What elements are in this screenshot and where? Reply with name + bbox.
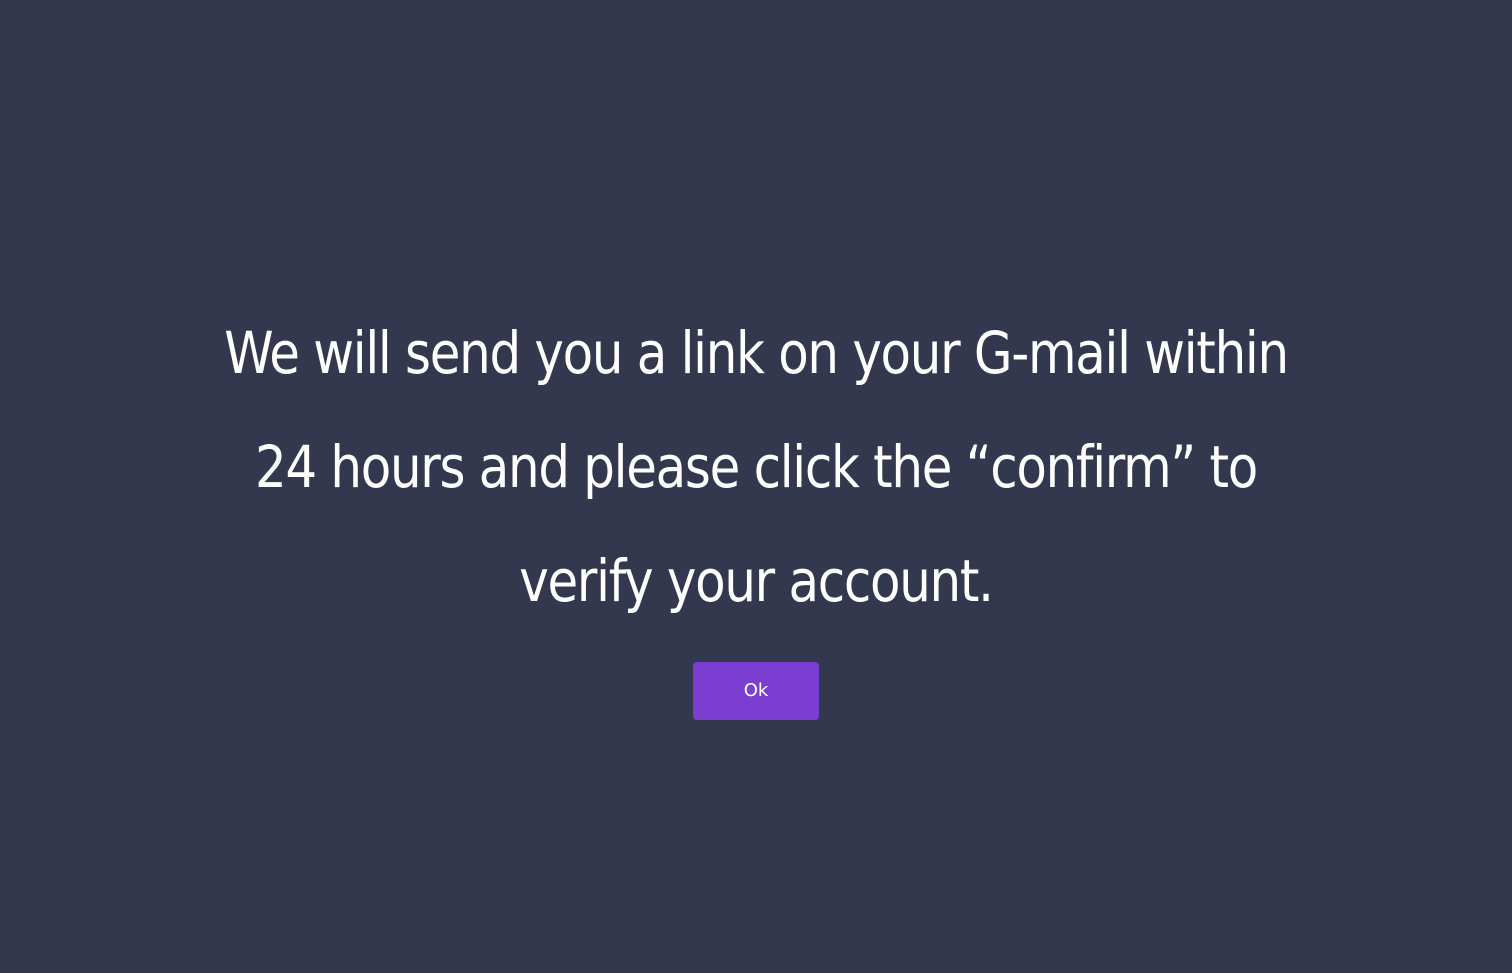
verification-message: We will send you a link on your G-mail w… bbox=[224, 319, 1289, 615]
ok-button[interactable]: Ok bbox=[693, 662, 819, 720]
confirmation-screen: We will send you a link on your G-mail w… bbox=[0, 0, 1512, 973]
